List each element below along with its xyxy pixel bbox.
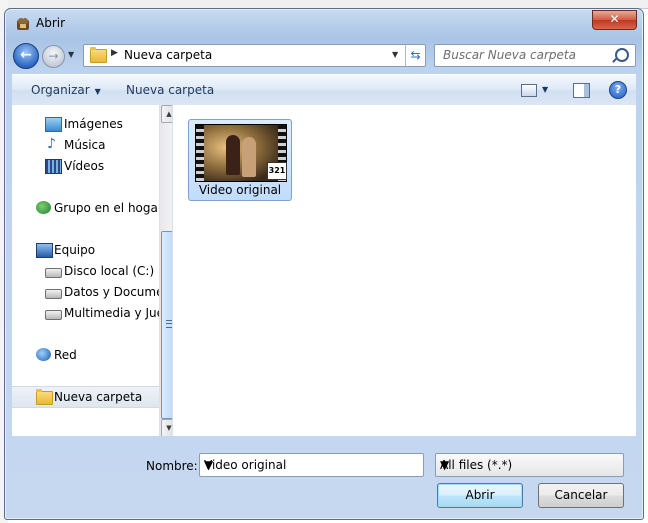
refresh-icon: ⇆ bbox=[410, 48, 421, 62]
preview-pane-icon[interactable] bbox=[573, 83, 590, 98]
nav-item-label: Datos y Documentos (D:) bbox=[64, 285, 172, 299]
nav-item-network[interactable]: Red bbox=[12, 346, 172, 364]
nav-item-label: Nueva carpeta bbox=[54, 390, 143, 404]
bottom-panel: Nombre: Video original ▼ All files (*.*)… bbox=[12, 437, 636, 519]
homegroup-icon bbox=[36, 201, 51, 214]
help-icon[interactable]: ? bbox=[609, 81, 627, 99]
organize-label: Organizar bbox=[31, 83, 90, 97]
views-dropdown-icon[interactable]: ▼ bbox=[542, 85, 548, 94]
figure-shape bbox=[226, 135, 240, 175]
computer-icon bbox=[36, 243, 53, 258]
nav-item-label: Grupo en el hogar bbox=[54, 201, 163, 215]
nav-item-pictures[interactable]: Imágenes bbox=[12, 115, 172, 133]
network-icon bbox=[36, 348, 51, 361]
close-button[interactable]: ✕ bbox=[592, 10, 637, 30]
music-icon: ♪ bbox=[47, 136, 56, 152]
file-name-label: Nombre: bbox=[146, 459, 198, 473]
chevron-down-icon[interactable]: ▼ bbox=[204, 458, 418, 472]
nav-item-label: Red bbox=[54, 348, 77, 362]
navigation-pane: Imágenes ♪ Música Vídeos Grupo en el hog… bbox=[12, 105, 173, 436]
folder-icon bbox=[36, 389, 53, 405]
nav-item-label: Multimedia y Juegos (E:) bbox=[64, 306, 172, 320]
local-disk-icon bbox=[45, 268, 62, 278]
back-arrow-icon: ← bbox=[20, 47, 32, 63]
app-icon bbox=[15, 16, 31, 32]
forward-arrow-icon: → bbox=[48, 49, 59, 63]
file-name-label: Video original bbox=[198, 183, 282, 197]
scroll-grip-icon bbox=[166, 320, 172, 328]
media-player-badge-icon: 321 bbox=[267, 162, 287, 180]
title-bar: Abrir ✕ bbox=[5, 9, 643, 37]
file-list: 321 Video original bbox=[173, 105, 636, 436]
navigation-row: ← → ▼ ▶ Nueva carpeta ▼ ⇆ Buscar Nueva c… bbox=[5, 41, 643, 69]
film-strip-left bbox=[196, 125, 204, 181]
chevron-down-icon: ▼ bbox=[94, 87, 101, 96]
search-input[interactable]: Buscar Nueva carpeta bbox=[434, 44, 636, 67]
nav-item-drive-d[interactable]: Datos y Documentos (D:) bbox=[12, 283, 172, 301]
scroll-down-button[interactable]: ▼ bbox=[161, 419, 172, 436]
organize-menu[interactable]: Organizar ▼ bbox=[31, 83, 101, 97]
back-button[interactable]: ← bbox=[13, 43, 39, 69]
search-placeholder: Buscar Nueva carpeta bbox=[443, 48, 576, 62]
open-file-dialog: Abrir ✕ ← → ▼ ▶ Nueva carpeta ▼ ⇆ Buscar… bbox=[4, 8, 644, 520]
scroll-up-button[interactable]: ▲ bbox=[161, 105, 172, 123]
breadcrumb-chevron-icon[interactable]: ▶ bbox=[111, 48, 118, 58]
command-toolbar: Organizar ▼ Nueva carpeta ▼ ? bbox=[12, 74, 636, 106]
drive-icon bbox=[45, 310, 62, 320]
nav-item-drive-e[interactable]: Multimedia y Juegos (E:) bbox=[12, 304, 172, 322]
nav-item-new-folder[interactable]: Nueva carpeta bbox=[12, 386, 172, 408]
address-bar[interactable]: ▶ Nueva carpeta ▼ ⇆ bbox=[83, 44, 426, 67]
nav-item-label: Vídeos bbox=[64, 159, 105, 173]
help-glyph: ? bbox=[614, 83, 622, 96]
file-type-select[interactable]: All files (*.*) ▼ bbox=[435, 453, 624, 477]
nav-item-label: Equipo bbox=[54, 243, 96, 257]
nav-item-local-disk-c[interactable]: Disco local (C:) bbox=[12, 262, 172, 280]
chevron-down-icon[interactable]: ▼ bbox=[440, 458, 618, 472]
videos-icon bbox=[45, 159, 62, 174]
breadcrumb-current[interactable]: Nueva carpeta bbox=[124, 48, 212, 62]
folder-icon bbox=[90, 47, 107, 63]
views-icon[interactable] bbox=[521, 84, 537, 97]
open-button[interactable]: Abrir bbox=[437, 483, 523, 508]
nav-item-homegroup[interactable]: Grupo en el hogar bbox=[12, 199, 172, 217]
search-icon[interactable] bbox=[615, 48, 629, 62]
nav-item-label: Música bbox=[64, 138, 106, 152]
new-folder-button[interactable]: Nueva carpeta bbox=[126, 83, 214, 97]
nav-item-label: Disco local (C:) bbox=[64, 264, 155, 278]
nav-pane-scrollbar[interactable]: ▲ ▼ bbox=[159, 105, 172, 436]
nav-item-label: Imágenes bbox=[64, 117, 123, 131]
address-dropdown-icon[interactable]: ▼ bbox=[392, 50, 398, 59]
window-title: Abrir bbox=[36, 16, 66, 30]
nav-item-music[interactable]: ♪ Música bbox=[12, 136, 172, 154]
nav-item-computer[interactable]: Equipo bbox=[12, 241, 172, 259]
cancel-button[interactable]: Cancelar bbox=[538, 483, 624, 508]
figure-shape bbox=[242, 137, 256, 177]
nav-item-videos[interactable]: Vídeos bbox=[12, 157, 172, 175]
close-icon: ✕ bbox=[609, 12, 620, 26]
drive-icon bbox=[45, 289, 62, 299]
recent-locations-dropdown[interactable]: ▼ bbox=[68, 50, 74, 59]
file-item-selected[interactable]: 321 Video original bbox=[188, 119, 292, 201]
file-name-field[interactable]: Video original ▼ bbox=[199, 453, 424, 477]
scroll-thumb[interactable] bbox=[161, 231, 172, 419]
pictures-icon bbox=[45, 117, 62, 132]
refresh-button[interactable]: ⇆ bbox=[405, 45, 425, 66]
forward-button[interactable]: → bbox=[42, 45, 65, 68]
